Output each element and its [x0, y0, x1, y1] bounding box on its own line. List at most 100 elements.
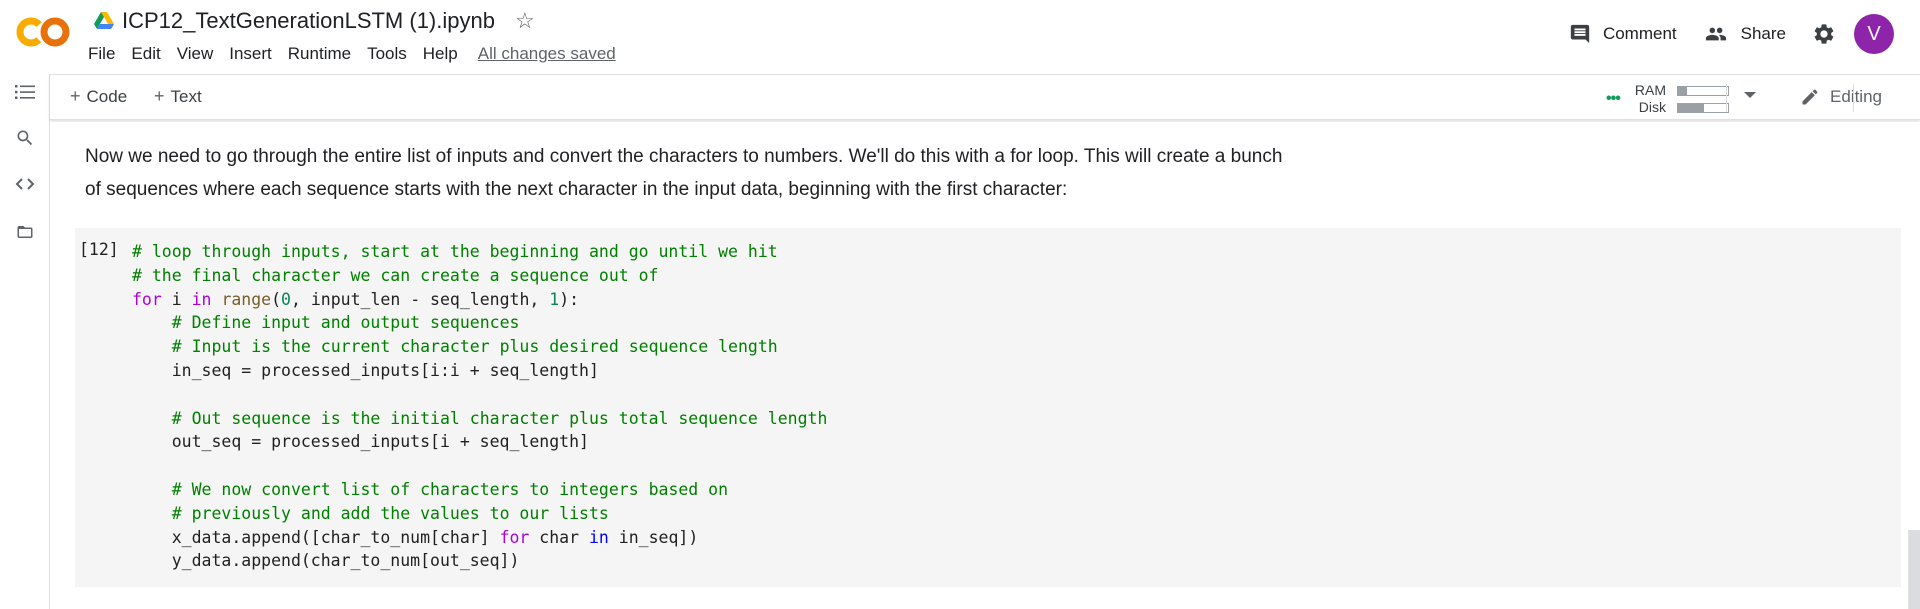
header-actions: Comment Share V	[1569, 14, 1894, 54]
code-token: in	[191, 289, 212, 309]
code-line: # loop through inputs, start at the begi…	[132, 240, 827, 264]
menu-bar: File Edit View Insert Runtime Tools Help…	[88, 42, 616, 66]
code-line: # Define input and output sequences	[132, 311, 827, 335]
chevron-down-icon[interactable]	[1744, 92, 1756, 98]
connected-status-icon: •••	[1606, 90, 1621, 107]
add-text-label: Text	[170, 86, 202, 106]
text-cell[interactable]: Now we need to go through the entire lis…	[85, 140, 1385, 206]
code-line: # Out sequence is the initial character …	[132, 407, 828, 431]
code-line: # previously and add the values to our l…	[132, 502, 827, 526]
notebook-content: Now we need to go through the entire lis…	[51, 122, 1920, 609]
code-token: i	[161, 289, 192, 309]
code-token: # We now convert list of characters to i…	[171, 479, 729, 499]
menu-runtime[interactable]: Runtime	[288, 44, 360, 64]
code-token: # the final character we can create a se…	[132, 265, 659, 285]
editing-label: Editing	[1830, 87, 1882, 106]
disk-usage-fill	[1678, 104, 1704, 112]
code-token: 1	[549, 289, 560, 309]
ram-label: RAM	[1634, 82, 1666, 98]
comment-icon	[1570, 24, 1590, 44]
comment-label: Comment	[1602, 24, 1677, 43]
star-icon[interactable]: ☆	[515, 10, 535, 32]
code-token: out_seq = processed_inputs[i + seq_lengt…	[132, 432, 589, 452]
gear-icon	[1814, 24, 1834, 44]
code-editor[interactable]: # loop through inputs, start at the begi…	[132, 240, 827, 573]
scrollbar[interactable]	[1908, 530, 1920, 609]
code-token: # loop through inputs, start at the begi…	[132, 242, 778, 261]
toolbar-divider	[1853, 84, 1854, 112]
code-token: for	[132, 289, 162, 309]
files-folder-icon[interactable]	[14, 221, 36, 243]
share-label: Share	[1740, 24, 1786, 43]
colab-logo[interactable]	[16, 12, 72, 52]
code-token: in	[588, 527, 609, 547]
add-code-label: Code	[86, 86, 128, 106]
code-token: in_seq])	[608, 527, 699, 547]
plus-icon: +	[154, 86, 165, 106]
code-line: # the final character we can create a se…	[132, 264, 827, 288]
notebook-toolbar: + Code + Text ••• RAM Disk Editing	[50, 74, 1920, 120]
comment-button[interactable]: Comment	[1569, 23, 1677, 45]
toolbar-divider	[1726, 84, 1727, 112]
add-text-cell-button[interactable]: + Text	[154, 86, 202, 107]
code-token: range	[221, 289, 272, 309]
search-icon[interactable]	[14, 127, 36, 149]
ram-usage-fill	[1678, 87, 1687, 95]
text-cell-line: of sequences where each sequence starts …	[85, 179, 1068, 200]
code-line: out_seq = processed_inputs[i + seq_lengt…	[132, 430, 827, 454]
disk-usage-bar	[1677, 103, 1729, 113]
code-token: for	[499, 527, 530, 547]
code-token: # Input is the current character plus de…	[171, 337, 778, 357]
execution-count: [12]	[79, 240, 119, 259]
left-sidebar	[0, 74, 50, 609]
code-token: # previously and add the values to our l…	[171, 503, 609, 523]
disk-label: Disk	[1638, 99, 1666, 115]
code-token: y_data.append(char_to_num[out_seq])	[132, 551, 520, 571]
resource-monitor[interactable]: ••• RAM Disk	[1584, 80, 1734, 116]
code-token: # Define input and output sequences	[171, 313, 520, 333]
menu-tools[interactable]: Tools	[367, 44, 416, 64]
menu-edit[interactable]: Edit	[131, 44, 169, 64]
account-avatar[interactable]: V	[1854, 14, 1894, 54]
code-token: 0	[281, 289, 291, 309]
code-snippets-icon[interactable]	[14, 173, 36, 195]
share-button[interactable]: Share	[1703, 23, 1786, 45]
save-status-link[interactable]: All changes saved	[478, 44, 616, 64]
code-cell[interactable]: [12] # loop through inputs, start at the…	[75, 228, 1901, 587]
people-icon	[1705, 27, 1726, 41]
code-line: # We now convert list of characters to i…	[132, 478, 827, 502]
notebook-title[interactable]: ICP12_TextGenerationLSTM (1).ipynb	[122, 8, 495, 34]
code-token: x_data.append([char_to_num[char]	[132, 527, 500, 547]
menu-file[interactable]: File	[88, 44, 124, 64]
add-code-cell-button[interactable]: + Code	[70, 86, 127, 107]
code-token: , input_len - seq_length,	[290, 289, 550, 309]
code-line: x_data.append([char_to_num[char] for cha…	[132, 526, 827, 550]
table-of-contents-icon[interactable]	[14, 81, 36, 103]
editing-mode-button[interactable]: Editing	[1800, 87, 1882, 107]
google-drive-icon	[94, 12, 114, 30]
title-row: ICP12_TextGenerationLSTM (1).ipynb ☆	[94, 6, 535, 36]
code-token: ):	[559, 289, 580, 309]
app-header: ICP12_TextGenerationLSTM (1).ipynb ☆ Fil…	[0, 0, 1920, 74]
menu-help[interactable]: Help	[423, 44, 467, 64]
menu-insert[interactable]: Insert	[229, 44, 281, 64]
ram-usage-bar	[1677, 86, 1729, 96]
text-cell-line: Now we need to go through the entire lis…	[85, 146, 1283, 167]
code-line: # Input is the current character plus de…	[132, 335, 827, 359]
code-token: in_seq = processed_inputs[i:i + seq_leng…	[132, 360, 599, 380]
code-token: (	[271, 289, 282, 309]
code-line: for i in range(0, input_len - seq_length…	[132, 288, 827, 312]
code-token: char	[529, 527, 589, 547]
settings-button[interactable]	[1812, 22, 1836, 46]
pencil-icon	[1802, 89, 1818, 105]
code-line: in_seq = processed_inputs[i:i + seq_leng…	[132, 359, 827, 383]
menu-view[interactable]: View	[177, 44, 223, 64]
code-token: # Out sequence is the initial character …	[171, 408, 828, 428]
